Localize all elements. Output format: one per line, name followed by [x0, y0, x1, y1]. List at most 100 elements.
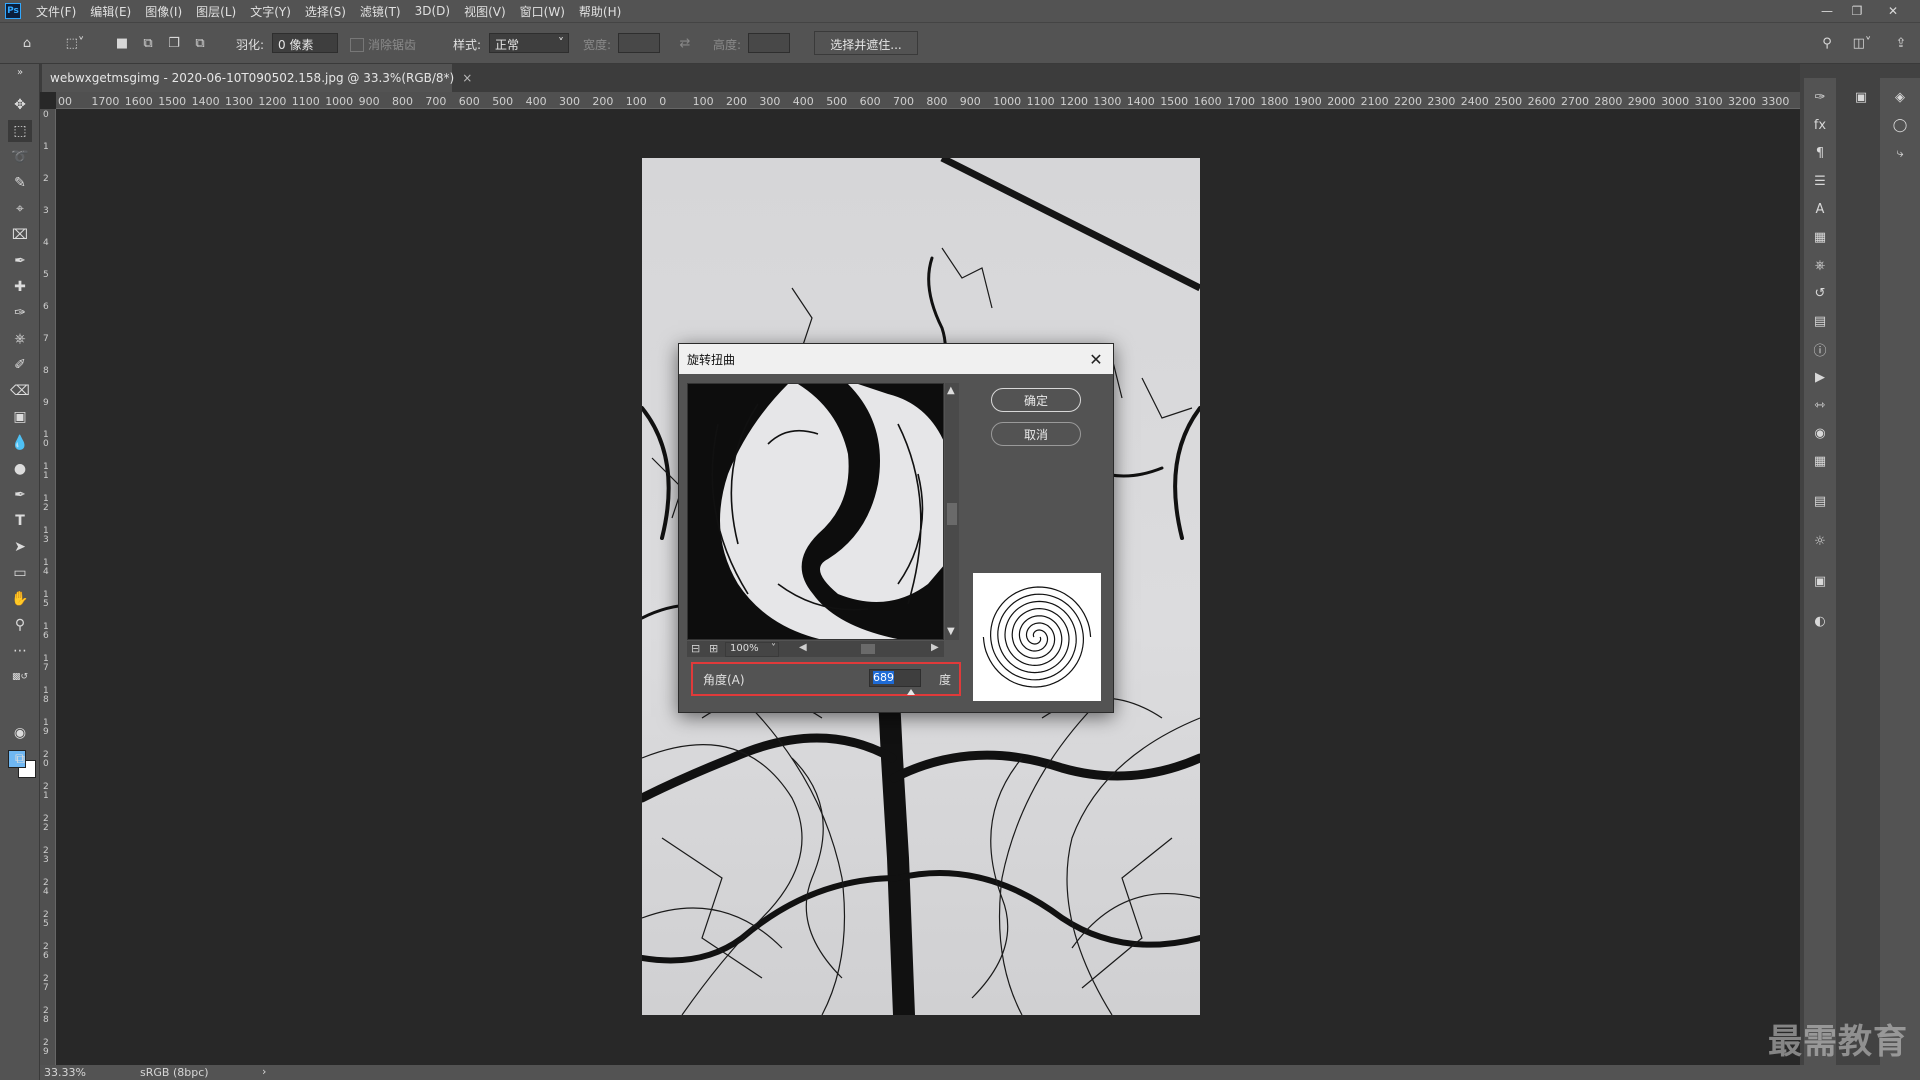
mini-panel-icon[interactable]: ▣ [1850, 86, 1872, 108]
paragraph-icon[interactable]: ¶ [1809, 142, 1831, 164]
menu-file[interactable]: 文件(F) [29, 3, 83, 20]
height-input[interactable] [748, 33, 790, 53]
frame-tool-icon[interactable]: ⌧ [8, 224, 32, 246]
ok-button[interactable]: 确定 [991, 388, 1081, 412]
more-tools-icon[interactable]: ⋯ [8, 640, 32, 662]
close-tab-icon[interactable]: × [462, 71, 472, 85]
brush-tool-icon[interactable]: ✑ [8, 302, 32, 324]
notes-icon[interactable]: ▤ [1809, 490, 1831, 512]
menu-filter[interactable]: 滤镜(T) [353, 3, 408, 20]
scroll-right-icon[interactable]: ▶ [931, 642, 939, 653]
scroll-up-icon[interactable]: ▲ [947, 385, 955, 396]
workspace-icon[interactable]: ◫˅ [1848, 34, 1876, 52]
menu-3d[interactable]: 3D(D) [408, 4, 457, 18]
menu-layer[interactable]: 图层(L) [189, 3, 243, 20]
eyedropper-tool-icon[interactable]: ✒ [8, 250, 32, 272]
select-and-mask-button[interactable]: 选择并遮住... [814, 31, 918, 55]
tables-icon[interactable]: ▦ [1809, 450, 1831, 472]
blur-tool-icon[interactable]: 💧 [8, 432, 32, 454]
document-tab[interactable]: webwxgetmsgimg - 2020-06-10T090502.158.j… [42, 64, 472, 92]
minimize-icon[interactable]: — [1812, 0, 1842, 22]
scroll-down-icon[interactable]: ▼ [947, 626, 955, 637]
close-window-icon[interactable]: ✕ [1878, 0, 1908, 22]
screen-mode-icon[interactable]: ⧉ [8, 748, 32, 770]
zoom-out-icon[interactable]: ⊟ [691, 642, 700, 655]
style-select[interactable]: 正常 ˅ [489, 33, 569, 53]
preview-vertical-scrollbar[interactable]: ▲ ▼ [945, 383, 959, 640]
share-icon[interactable]: ⇪ [1892, 34, 1910, 52]
fx-icon[interactable]: fx [1809, 114, 1831, 136]
quick-selection-tool-icon[interactable]: ✎ [8, 172, 32, 194]
zoom-level[interactable]: 33.33% [44, 1066, 86, 1079]
home-icon[interactable]: ⌂ [18, 34, 36, 52]
feather-input[interactable]: 0 像素 [272, 33, 338, 53]
close-icon[interactable]: ✕ [1085, 348, 1107, 370]
eraser-tool-icon[interactable]: ⌫ [8, 380, 32, 402]
measurement-icon[interactable]: ⇿ [1809, 394, 1831, 416]
scroll-left-icon[interactable]: ◀ [799, 642, 807, 653]
paths-icon[interactable]: ⤷ [1889, 142, 1911, 164]
filter-preview[interactable] [687, 383, 944, 640]
menu-type[interactable]: 文字(Y) [243, 3, 298, 20]
menu-edit[interactable]: 编辑(E) [83, 3, 138, 20]
dodge-tool-icon[interactable]: ● [8, 458, 32, 480]
preview-zoom-select[interactable]: 100% ˅ [725, 642, 779, 657]
lasso-tool-icon[interactable]: ➰ [8, 146, 32, 168]
horizontal-scroll-thumb[interactable] [861, 644, 875, 654]
cancel-button[interactable]: 取消 [991, 422, 1081, 446]
rectangle-tool-icon[interactable]: ▭ [8, 562, 32, 584]
gradient-tool-icon[interactable]: ▣ [8, 406, 32, 428]
marquee-preset-icon[interactable]: ⬚˅ [60, 34, 90, 52]
subtract-selection-icon[interactable]: ❐ [165, 34, 183, 52]
menu-image[interactable]: 图像(I) [138, 3, 189, 20]
path-selection-tool-icon[interactable]: ➤ [8, 536, 32, 558]
channels-icon[interactable]: ▤ [1809, 310, 1831, 332]
vertical-scroll-thumb[interactable] [947, 503, 957, 525]
color-icon[interactable]: ◐ [1809, 610, 1831, 632]
antialias-checkbox[interactable] [350, 38, 364, 52]
properties-icon[interactable]: ☼ [1809, 530, 1831, 552]
layers-icon[interactable]: ◈ [1889, 86, 1911, 108]
libraries-icon[interactable]: ▦ [1809, 226, 1831, 248]
crop-tool-icon[interactable]: ⌖ [8, 198, 32, 220]
search-icon[interactable]: ⚲ [1818, 34, 1836, 52]
intersect-selection-icon[interactable]: ⧉ [191, 34, 209, 52]
zoom-in-icon[interactable]: ⊞ [709, 642, 718, 655]
photoshop-logo: Ps [5, 3, 21, 19]
history-icon[interactable]: ↺ [1809, 282, 1831, 304]
pen-tool-icon[interactable]: ✒ [8, 484, 32, 506]
menu-select[interactable]: 选择(S) [298, 3, 353, 20]
channels-panel-icon[interactable]: ◯ [1889, 114, 1911, 136]
hand-tool-icon[interactable]: ✋ [8, 588, 32, 610]
character-icon[interactable]: A [1809, 198, 1831, 220]
swatches-icon[interactable]: ◉ [1809, 422, 1831, 444]
width-input[interactable] [618, 33, 660, 53]
navigator-icon[interactable]: ▣ [1809, 570, 1831, 592]
clone-source-icon[interactable]: ⎈ [1809, 254, 1831, 276]
brush-settings-icon[interactable]: ✑ [1809, 86, 1831, 108]
clone-stamp-tool-icon[interactable]: ⎈ [8, 328, 32, 350]
status-bar: 33.33% sRGB (8bpc) › [40, 1065, 1920, 1080]
angle-input[interactable]: 689 [869, 669, 921, 687]
default-colors-icon[interactable]: ▩↺ [8, 666, 32, 688]
actions-play-icon[interactable]: ▶ [1809, 366, 1831, 388]
new-selection-icon[interactable]: ■ [113, 34, 131, 52]
swap-icon[interactable]: ⇄ [676, 34, 694, 52]
restore-icon[interactable]: ❐ [1842, 0, 1872, 22]
menu-help[interactable]: 帮助(H) [572, 3, 628, 20]
info-icon[interactable]: ⓘ [1809, 338, 1831, 360]
add-selection-icon[interactable]: ⧉ [139, 34, 157, 52]
healing-brush-tool-icon[interactable]: ✚ [8, 276, 32, 298]
angle-slider-thumb[interactable] [907, 689, 915, 695]
menu-window[interactable]: 窗口(W) [513, 3, 572, 20]
rectangular-marquee-tool-icon[interactable]: ⬚ [8, 120, 32, 142]
adjustments-icon[interactable]: ☰ [1809, 170, 1831, 192]
menu-view[interactable]: 视图(V) [457, 3, 513, 20]
status-arrow-icon[interactable]: › [262, 1065, 266, 1078]
zoom-tool-icon[interactable]: ⚲ [8, 614, 32, 636]
move-tool-icon[interactable]: ✥ [8, 94, 32, 116]
quick-mask-icon[interactable]: ◉ [8, 722, 32, 744]
type-tool-icon[interactable]: T [8, 510, 32, 532]
history-brush-tool-icon[interactable]: ✐ [8, 354, 32, 376]
collapse-toolbar-icon[interactable]: » [8, 66, 32, 78]
